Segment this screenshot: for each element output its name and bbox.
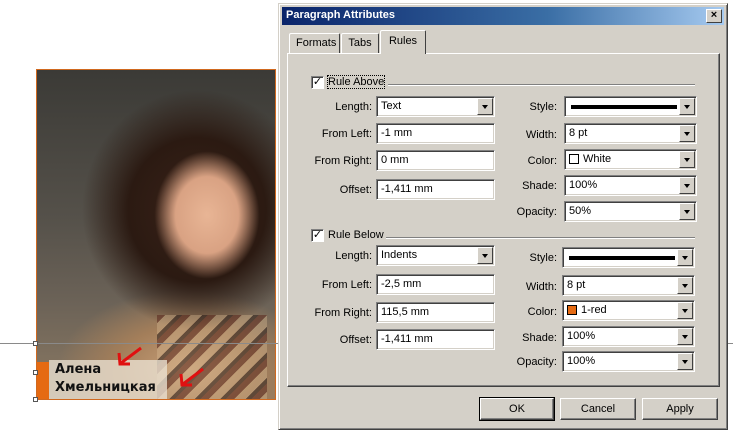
rule-below-offset-input[interactable]: -1,411 mm: [376, 329, 495, 350]
close-icon: ×: [710, 9, 718, 21]
rule-above-from-left-label: From Left:: [321, 128, 372, 140]
rule-below-from-right-label: From Right:: [314, 307, 372, 319]
rule-above-divider: [388, 84, 695, 86]
chevron-down-icon[interactable]: [677, 277, 693, 294]
tab-tabs-label: Tabs: [348, 37, 372, 49]
rule-above-label[interactable]: Rule Above: [326, 75, 386, 89]
rule-below-from-left-label: From Left:: [321, 279, 372, 291]
rule-above-width-value: 8 pt: [569, 127, 588, 139]
tab-formats-label: Formats: [296, 37, 337, 49]
rule-below-opacity-value: 100%: [567, 355, 596, 367]
rule-above-shade-label: Shade:: [522, 180, 557, 192]
chevron-down-icon[interactable]: [679, 125, 695, 142]
dialog-title: Paragraph Attributes: [286, 9, 396, 21]
rule-below-from-right-input[interactable]: 115,5 mm: [376, 302, 495, 323]
tab-tabs[interactable]: Tabs: [341, 33, 379, 53]
rule-below-style-dropdown[interactable]: [562, 247, 695, 268]
rule-below-offset-label: Offset:: [339, 334, 372, 346]
rule-style-preview: [569, 256, 675, 260]
rule-above-width-dropdown[interactable]: 8 pt: [564, 123, 697, 144]
chevron-down-icon[interactable]: [477, 247, 493, 264]
chevron-down-icon[interactable]: [677, 302, 693, 319]
rule-below-length-dropdown[interactable]: Indents: [376, 245, 495, 266]
rule-above-opacity-value: 50%: [569, 205, 592, 217]
rule-below-color-dropdown[interactable]: 1-red: [562, 300, 695, 321]
rule-below-color-value: 1-red: [581, 304, 607, 316]
rule-below-shade-value: 100%: [567, 330, 596, 342]
rule-style-preview: [571, 105, 677, 109]
chevron-down-icon[interactable]: [679, 177, 695, 194]
rule-above-offset-label: Offset:: [339, 184, 372, 196]
rule-above-checkbox[interactable]: ✓: [311, 76, 324, 89]
rule-above-length-value: Text: [381, 100, 402, 112]
caption-accent-bar: [37, 362, 49, 399]
rule-above-from-left-input[interactable]: -1 mm: [376, 123, 495, 144]
photo-frame[interactable]: Алена Хмельницкая: [36, 69, 276, 400]
rule-below-length-label: Length:: [335, 250, 372, 262]
rule-above-color-value: White: [583, 153, 612, 165]
rule-above-style-label: Style:: [529, 101, 557, 113]
ok-button[interactable]: OK: [479, 397, 555, 421]
rule-below-checkbox[interactable]: ✓: [311, 229, 324, 242]
rule-below-width-value: 8 pt: [567, 279, 586, 291]
rule-above-color-label: Color:: [527, 155, 557, 167]
selection-handle[interactable]: [33, 370, 38, 375]
rule-below-length-value: Indents: [381, 249, 418, 261]
chevron-down-icon[interactable]: [679, 203, 695, 220]
red-arrow-icon: [179, 367, 204, 387]
rule-below-width-label: Width:: [525, 281, 557, 293]
rule-above-width-label: Width:: [525, 129, 557, 141]
rule-below-style-label: Style:: [529, 252, 557, 264]
chevron-down-icon[interactable]: [677, 328, 693, 345]
chevron-down-icon[interactable]: [477, 98, 493, 115]
tab-rules-label: Rules: [388, 35, 418, 47]
rule-above-from-right-label: From Right:: [314, 155, 372, 167]
tab-formats[interactable]: Formats: [289, 33, 340, 53]
rule-above-color-dropdown[interactable]: White: [564, 149, 697, 170]
chevron-down-icon[interactable]: [679, 151, 695, 168]
dialog-titlebar[interactable]: Paragraph Attributes ×: [282, 7, 724, 25]
rule-above-length-dropdown[interactable]: Text: [376, 96, 495, 117]
rule-above-shade-dropdown[interactable]: 100%: [564, 175, 697, 196]
color-swatch: [567, 305, 577, 315]
chevron-down-icon[interactable]: [679, 98, 695, 115]
rule-below-divider: [386, 237, 695, 239]
rule-below-from-left-input[interactable]: -2,5 mm: [376, 274, 495, 295]
selection-handle[interactable]: [33, 397, 38, 402]
rule-above-length-label: Length:: [335, 101, 372, 113]
close-button[interactable]: ×: [706, 9, 722, 23]
rule-below-shade-dropdown[interactable]: 100%: [562, 326, 695, 347]
rule-above-style-dropdown[interactable]: [564, 96, 697, 117]
rule-above-shade-value: 100%: [569, 179, 598, 191]
rule-below-width-dropdown[interactable]: 8 pt: [562, 275, 695, 296]
selection-handle[interactable]: [33, 341, 38, 346]
color-swatch: [569, 154, 579, 164]
chevron-down-icon[interactable]: [677, 353, 693, 370]
rule-above-from-right-input[interactable]: 0 mm: [376, 150, 495, 171]
red-arrow-icon: [117, 346, 142, 366]
chevron-down-icon[interactable]: [677, 249, 693, 266]
caption-line-1[interactable]: Алена: [55, 362, 101, 377]
rule-below-label[interactable]: Rule Below: [328, 229, 384, 241]
cancel-button[interactable]: Cancel: [560, 398, 636, 420]
rule-above-offset-input[interactable]: -1,411 mm: [376, 179, 495, 200]
rule-above-opacity-label: Opacity:: [516, 206, 557, 218]
caption-line-2[interactable]: Хмельницкая: [55, 380, 156, 395]
rule-below-shade-label: Shade:: [522, 332, 557, 344]
photo-scarf-pattern: [157, 315, 267, 399]
rule-above-opacity-dropdown[interactable]: 50%: [564, 201, 697, 222]
tab-rules[interactable]: Rules: [380, 30, 426, 54]
rule-below-opacity-label: Opacity:: [516, 356, 557, 368]
rule-below-opacity-dropdown[interactable]: 100%: [562, 351, 695, 372]
rule-below-color-label: Color:: [527, 306, 557, 318]
apply-button[interactable]: Apply: [642, 398, 718, 420]
